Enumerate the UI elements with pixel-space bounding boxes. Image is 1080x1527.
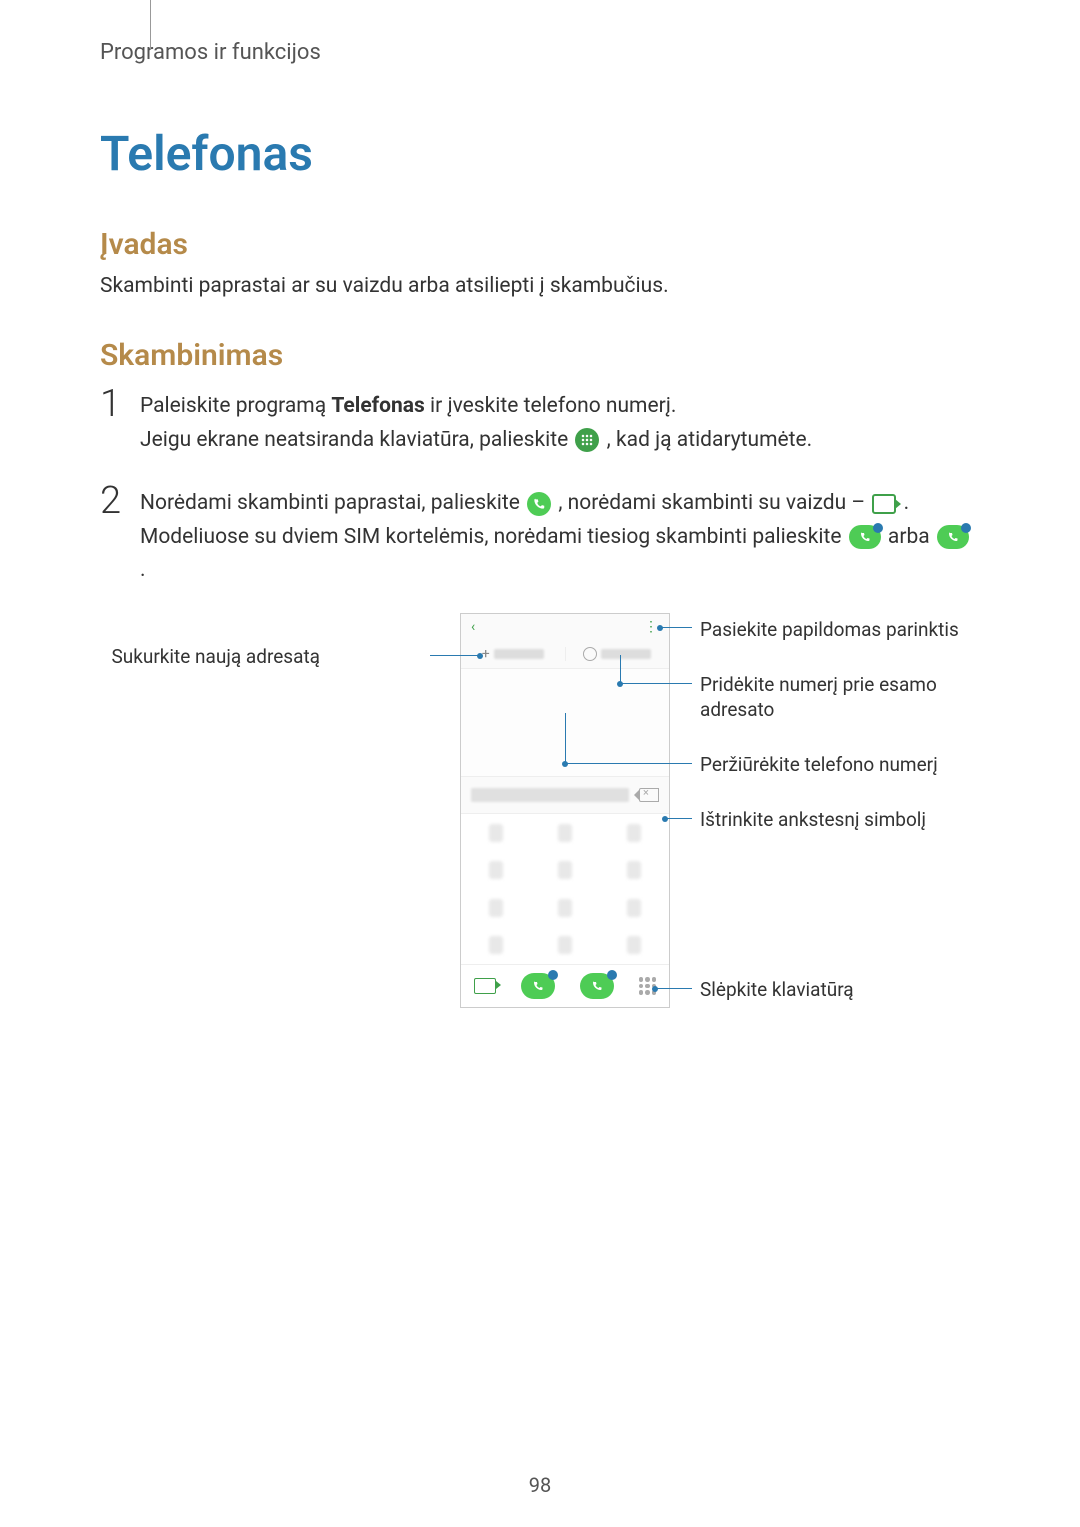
callout-add-to-contact: Pridėkite numerį prie esamo adresato [700, 673, 960, 722]
phone-mock-wrapper: ‹ ⋮ + [100, 613, 980, 1063]
number-input-row [461, 776, 669, 813]
text: Paleiskite programą [140, 394, 331, 418]
page-title: Telefonas [100, 125, 980, 182]
plus-icon: + [482, 646, 490, 662]
step-number: 1 [100, 385, 140, 423]
video-call-button[interactable] [474, 978, 496, 994]
back-icon[interactable]: ‹ [471, 619, 475, 635]
person-icon [583, 647, 597, 661]
section-heading-intro: Įvadas [100, 227, 980, 262]
video-call-icon [872, 494, 896, 514]
text: Norėdami skambinti paprastai, palieskite [140, 491, 525, 515]
phone-contact-row: + [461, 640, 669, 669]
text: Jeigu ekrane neatsiranda klaviatūra, pal… [140, 428, 573, 452]
intro-text: Skambinti paprastai ar su vaizdu arba at… [100, 274, 980, 298]
text: ir įveskite telefono numerį. [425, 394, 677, 418]
section-heading-calling: Skambinimas [100, 338, 980, 373]
sim1-call-button[interactable] [521, 973, 555, 999]
step-2: 2 Norėdami skambinti paprastai, palieski… [100, 482, 980, 588]
phone-top-bar: ‹ ⋮ [461, 614, 669, 640]
page-number: 98 [0, 1473, 1080, 1497]
step-body: Paleiskite programą Telefonas ir įveskit… [140, 385, 812, 457]
header-divider [150, 0, 151, 50]
text: , kad ją atidarytumėte. [607, 428, 813, 452]
text: , norėdami skambinti su vaizdu – [558, 491, 870, 515]
callout-preview-number: Peržiūrėkite telefono numerį [700, 753, 938, 778]
callout-hide-keypad: Slėpkite klaviatūrą [700, 978, 854, 1003]
number-display [471, 788, 629, 802]
blurred-label [601, 649, 651, 659]
backspace-icon[interactable] [639, 788, 659, 802]
text: . [904, 491, 910, 515]
phone-mock: ‹ ⋮ + [460, 613, 670, 1008]
bold-app-name: Telefonas [331, 394, 424, 418]
step-body: Norėdami skambinti paprastai, palieskite… [140, 482, 980, 588]
step-number: 2 [100, 482, 140, 520]
text: arba [888, 525, 935, 549]
sim2-call-icon [937, 525, 969, 549]
text: . [140, 558, 146, 582]
blurred-label [494, 649, 544, 659]
sim2-call-button[interactable] [580, 973, 614, 999]
breadcrumb: Programos ir funkcijos [100, 40, 980, 65]
phone-bottom-bar [461, 964, 669, 1007]
call-icon [527, 492, 551, 516]
keypad-icon [575, 428, 599, 452]
callout-new-contact: Sukurkite naują adresatą [60, 645, 320, 670]
dial-keypad[interactable] [461, 813, 669, 964]
add-to-contact-button[interactable] [565, 647, 670, 661]
callout-more-options: Pasiekite papildomas parinktis [700, 618, 959, 643]
sim1-call-icon [849, 525, 881, 549]
text: Modeliuose su dviem SIM kortelėmis, norė… [140, 525, 847, 549]
callout-delete-char: Ištrinkite ankstesnį simbolį [700, 808, 926, 833]
step-1: 1 Paleiskite programą Telefonas ir įvesk… [100, 385, 980, 457]
